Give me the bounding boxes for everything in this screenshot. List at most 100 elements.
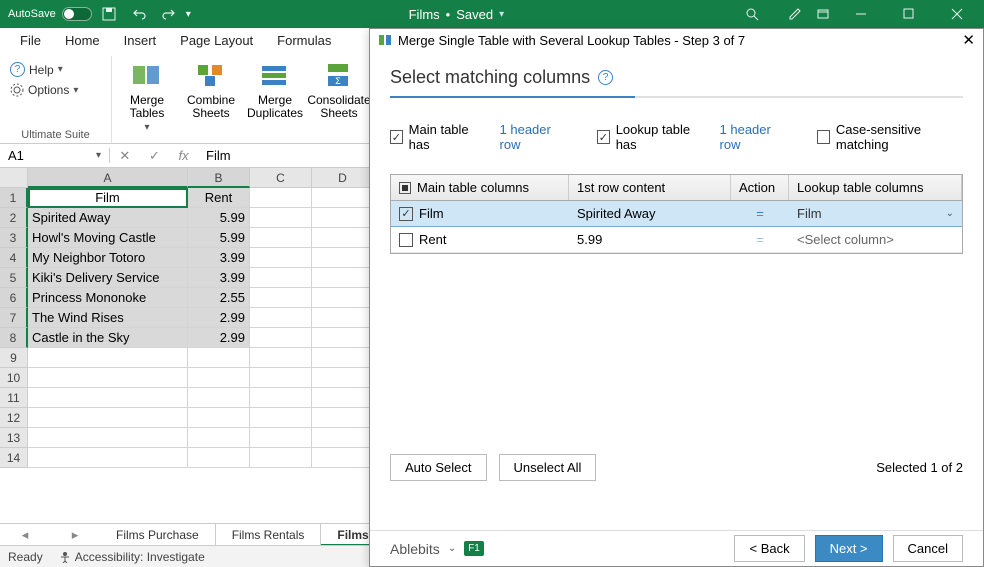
cell[interactable]: Howl's Moving Castle bbox=[28, 228, 188, 248]
row-checkbox-icon[interactable] bbox=[399, 207, 413, 221]
name-box[interactable]: A1▾ bbox=[0, 148, 110, 163]
select-all-corner[interactable] bbox=[0, 168, 28, 188]
check-lookup-header[interactable]: Lookup table has 1 header row bbox=[597, 122, 787, 152]
status-accessibility[interactable]: Accessibility: Investigate bbox=[59, 550, 205, 564]
maximize-button[interactable] bbox=[886, 0, 932, 28]
cell[interactable]: 5.99 bbox=[188, 228, 250, 248]
cell[interactable]: 2.55 bbox=[188, 288, 250, 308]
check-case-sensitive[interactable]: Case-sensitive matching bbox=[817, 122, 963, 152]
combine-sheets-button[interactable]: Combine Sheets bbox=[180, 58, 242, 120]
sheet-tab-films-purchase[interactable]: Films Purchase bbox=[100, 524, 216, 546]
cell[interactable] bbox=[188, 368, 250, 388]
search-icon[interactable] bbox=[722, 2, 782, 26]
cancel-formula-icon[interactable]: ✕ bbox=[119, 148, 130, 164]
row-header[interactable]: 12 bbox=[0, 408, 28, 428]
title-dropdown-icon[interactable]: ▾ bbox=[499, 9, 504, 20]
cell[interactable]: 3.99 bbox=[188, 268, 250, 288]
cell[interactable] bbox=[250, 328, 312, 348]
cell[interactable] bbox=[250, 208, 312, 228]
col-header-c[interactable]: C bbox=[250, 168, 312, 188]
cell[interactable]: 2.99 bbox=[188, 328, 250, 348]
undo-icon[interactable] bbox=[126, 2, 152, 26]
cell[interactable]: Castle in the Sky bbox=[28, 328, 188, 348]
tab-file[interactable]: File bbox=[20, 33, 41, 48]
mapping-row-film[interactable]: Film Spirited Away = Film⌄ bbox=[391, 201, 962, 227]
row-header[interactable]: 2 bbox=[0, 208, 28, 228]
sheet-nav-first-icon[interactable]: ◂ bbox=[22, 527, 29, 543]
cell[interactable]: 5.99 bbox=[188, 208, 250, 228]
cell[interactable]: The Wind Rises bbox=[28, 308, 188, 328]
row-header[interactable]: 13 bbox=[0, 428, 28, 448]
row-header[interactable]: 3 bbox=[0, 228, 28, 248]
cell[interactable] bbox=[250, 368, 312, 388]
cell[interactable] bbox=[250, 288, 312, 308]
tab-insert[interactable]: Insert bbox=[124, 33, 157, 48]
cell[interactable]: Film bbox=[28, 188, 188, 208]
cell[interactable] bbox=[250, 308, 312, 328]
tab-home[interactable]: Home bbox=[65, 33, 100, 48]
cell[interactable] bbox=[250, 408, 312, 428]
header-checkbox-icon[interactable] bbox=[399, 182, 411, 194]
row-header[interactable]: 8 bbox=[0, 328, 28, 348]
help-icon[interactable]: ? bbox=[598, 70, 613, 85]
cell[interactable] bbox=[28, 448, 188, 468]
cell[interactable] bbox=[250, 388, 312, 408]
cell[interactable] bbox=[312, 188, 374, 208]
main-header-link[interactable]: 1 header row bbox=[500, 122, 568, 152]
cell[interactable] bbox=[312, 428, 374, 448]
cell[interactable] bbox=[28, 388, 188, 408]
cell[interactable] bbox=[312, 308, 374, 328]
tab-page-layout[interactable]: Page Layout bbox=[180, 33, 253, 48]
check-main-header[interactable]: Main table has 1 header row bbox=[390, 122, 567, 152]
cell[interactable] bbox=[312, 408, 374, 428]
dialog-close-icon[interactable]: ✕ bbox=[962, 31, 975, 49]
consolidate-sheets-button[interactable]: ΣConsolidate Sheets bbox=[308, 58, 370, 120]
cell[interactable] bbox=[250, 188, 312, 208]
col-header-b[interactable]: B bbox=[188, 168, 250, 188]
mapping-row-rent[interactable]: Rent 5.99 = <Select column> bbox=[391, 227, 962, 253]
close-button[interactable] bbox=[934, 0, 980, 28]
cell[interactable] bbox=[312, 368, 374, 388]
cell[interactable]: Rent bbox=[188, 188, 250, 208]
cell[interactable]: My Neighbor Totoro bbox=[28, 248, 188, 268]
cell[interactable] bbox=[28, 368, 188, 388]
cell[interactable] bbox=[28, 408, 188, 428]
chevron-down-icon[interactable]: ⌄ bbox=[448, 543, 456, 554]
row-header[interactable]: 10 bbox=[0, 368, 28, 388]
merge-duplicates-button[interactable]: Merge Duplicates bbox=[244, 58, 306, 120]
row-header[interactable]: 11 bbox=[0, 388, 28, 408]
lookup-select[interactable]: Film⌄ bbox=[789, 201, 962, 226]
cell[interactable] bbox=[250, 428, 312, 448]
cell[interactable] bbox=[28, 348, 188, 368]
next-button[interactable]: Next > bbox=[815, 535, 883, 562]
cell[interactable] bbox=[250, 448, 312, 468]
cell[interactable]: Spirited Away bbox=[28, 208, 188, 228]
col-header-d[interactable]: D bbox=[312, 168, 374, 188]
options-button[interactable]: Options▾ bbox=[8, 81, 80, 99]
row-checkbox-icon[interactable] bbox=[399, 233, 413, 247]
lookup-select[interactable]: <Select column> bbox=[789, 227, 962, 252]
cell[interactable] bbox=[312, 448, 374, 468]
cell[interactable] bbox=[250, 228, 312, 248]
cell[interactable] bbox=[250, 348, 312, 368]
cell[interactable] bbox=[250, 248, 312, 268]
unselect-all-button[interactable]: Unselect All bbox=[499, 454, 597, 481]
cell[interactable]: Princess Mononoke bbox=[28, 288, 188, 308]
cell[interactable] bbox=[312, 328, 374, 348]
help-button[interactable]: ?Help▾ bbox=[8, 60, 80, 79]
tab-formulas[interactable]: Formulas bbox=[277, 33, 331, 48]
row-header[interactable]: 5 bbox=[0, 268, 28, 288]
ribbon-display-icon[interactable] bbox=[810, 2, 836, 26]
edit-icon[interactable] bbox=[782, 2, 808, 26]
cell[interactable] bbox=[312, 228, 374, 248]
col-header-a[interactable]: A bbox=[28, 168, 188, 188]
sheet-tab-films-rentals[interactable]: Films Rentals bbox=[216, 524, 322, 546]
cell[interactable]: Kiki's Delivery Service bbox=[28, 268, 188, 288]
cell[interactable] bbox=[188, 428, 250, 448]
row-header[interactable]: 7 bbox=[0, 308, 28, 328]
cell[interactable] bbox=[312, 288, 374, 308]
cell[interactable] bbox=[28, 428, 188, 448]
row-header[interactable]: 6 bbox=[0, 288, 28, 308]
row-header[interactable]: 14 bbox=[0, 448, 28, 468]
save-icon[interactable] bbox=[96, 2, 122, 26]
